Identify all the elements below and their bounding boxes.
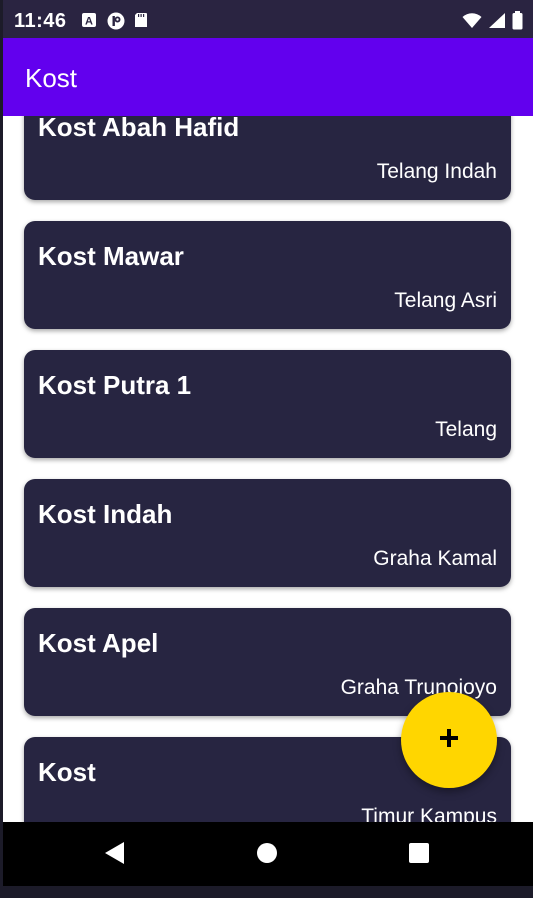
- svg-text:A: A: [85, 16, 93, 28]
- kost-card[interactable]: Kost Abah Hafid Telang Indah: [24, 116, 511, 200]
- kost-card[interactable]: Kost Putra 1 Telang: [24, 350, 511, 458]
- kost-name: Kost: [38, 757, 96, 787]
- app-bar: Kost: [3, 38, 533, 116]
- kost-location: Telang: [435, 418, 497, 441]
- screen: 11:46 A Kost Kost Abah Hafid Telang Inda…: [3, 0, 533, 886]
- kost-name: Kost Apel: [38, 628, 159, 658]
- sd-card-icon: [133, 12, 149, 28]
- home-icon: [256, 842, 278, 869]
- kost-location: Graha Trunojoyo: [340, 676, 497, 699]
- back-icon: [104, 841, 126, 870]
- kost-location: Telang Asri: [394, 289, 497, 312]
- status-time: 11:46: [14, 10, 67, 32]
- kost-name: Kost Mawar: [38, 241, 184, 271]
- home-button[interactable]: [250, 838, 284, 872]
- recents-icon: [408, 842, 430, 869]
- kost-name: Kost Indah: [38, 499, 173, 529]
- a-accessibility-icon: A: [81, 12, 97, 28]
- recents-button[interactable]: [402, 838, 436, 872]
- kost-location: Graha Kamal: [373, 547, 497, 570]
- kost-location: Telang Indah: [376, 160, 497, 183]
- app-title: Kost: [25, 63, 78, 93]
- status-right-icons: [462, 11, 523, 35]
- back-button[interactable]: [98, 838, 132, 872]
- p-app-icon: [107, 12, 125, 30]
- kost-name: Kost Abah Hafid: [38, 116, 240, 142]
- plus-icon: [438, 727, 460, 754]
- signal-icon: [488, 12, 506, 34]
- kost-card[interactable]: Kost Indah Graha Kamal: [24, 479, 511, 587]
- status-bar: 11:46 A: [3, 0, 533, 38]
- battery-icon: [512, 11, 523, 35]
- kost-card[interactable]: Kost Mawar Telang Asri: [24, 221, 511, 329]
- kost-name: Kost Putra 1: [38, 370, 192, 400]
- add-kost-button[interactable]: [401, 692, 497, 788]
- device-frame: 11:46 A Kost Kost Abah Hafid Telang Inda…: [0, 0, 533, 898]
- status-left-icons: A: [81, 12, 149, 30]
- navigation-bar: [3, 822, 533, 886]
- wifi-icon: [462, 12, 482, 34]
- kost-location: Timur Kampus: [361, 805, 497, 822]
